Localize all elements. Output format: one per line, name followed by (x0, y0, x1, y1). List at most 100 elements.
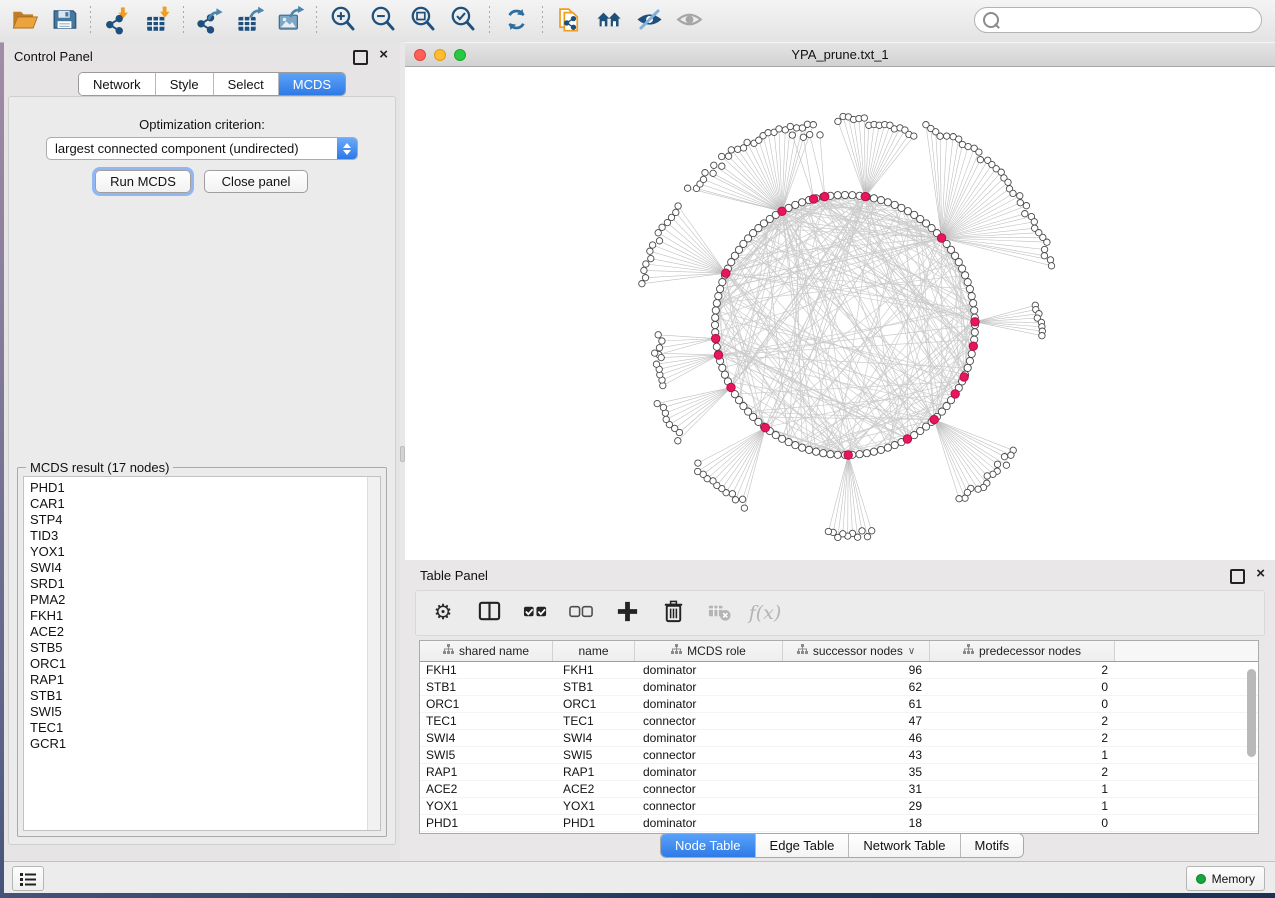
column-header-successor-nodes[interactable]: successor nodes∨ (783, 641, 930, 661)
zoom-fit-button[interactable] (403, 3, 443, 39)
result-node-item[interactable]: TID3 (24, 528, 380, 544)
network-canvas[interactable] (405, 67, 1275, 560)
result-node-item[interactable]: STB1 (24, 688, 380, 704)
tab-select[interactable]: Select (214, 73, 279, 95)
add-column-button[interactable] (614, 600, 640, 626)
close-panel-button[interactable]: Close panel (204, 170, 308, 193)
table-row[interactable]: TEC1TEC1connector472 (420, 713, 1258, 730)
cell-shared-name: PHD1 (420, 816, 553, 830)
task-history-button[interactable] (12, 866, 44, 891)
show-columns-button[interactable] (476, 600, 502, 626)
hide-selected-button[interactable] (629, 3, 669, 39)
table-row[interactable]: SWI4SWI4dominator462 (420, 730, 1258, 747)
export-image-button[interactable] (270, 3, 310, 39)
window-zoom-icon[interactable] (454, 49, 466, 61)
result-node-item[interactable]: STP4 (24, 512, 380, 528)
cell-MCDS-role: dominator (635, 680, 783, 694)
window-minimize-icon[interactable] (434, 49, 446, 61)
table-row[interactable]: ACE2ACE2connector311 (420, 781, 1258, 798)
column-header-MCDS-role[interactable]: MCDS role (635, 641, 783, 661)
result-node-item[interactable]: GCR1 (24, 736, 380, 752)
zoom-selected-button[interactable] (443, 3, 483, 39)
table-scrollbar[interactable] (1246, 663, 1257, 831)
result-node-item[interactable]: SWI5 (24, 704, 380, 720)
zoom-out-button[interactable] (363, 3, 403, 39)
tab-motifs[interactable]: Motifs (961, 834, 1024, 857)
tab-network[interactable]: Network (79, 73, 156, 95)
result-node-item[interactable]: YOX1 (24, 544, 380, 560)
import-table-icon (142, 4, 173, 38)
zoom-in-button[interactable] (323, 3, 363, 39)
tab-edge-table[interactable]: Edge Table (756, 834, 850, 857)
export-network-button[interactable] (190, 3, 230, 39)
result-scrollbar[interactable] (367, 477, 380, 830)
save-session-icon (49, 4, 80, 38)
select-all-button[interactable] (522, 600, 548, 626)
zoom-out-icon (368, 4, 399, 38)
export-table-button[interactable] (230, 3, 270, 39)
node-table: shared namenameMCDS rolesuccessor nodes∨… (419, 640, 1259, 834)
tab-mcds[interactable]: MCDS (279, 73, 345, 95)
result-node-item[interactable]: PHD1 (24, 480, 380, 496)
search-input[interactable] (999, 9, 1261, 31)
table-float-icon[interactable] (1230, 569, 1245, 584)
tab-style[interactable]: Style (156, 73, 214, 95)
table-row[interactable]: YOX1YOX1connector291 (420, 798, 1258, 815)
result-node-item[interactable]: ORC1 (24, 656, 380, 672)
result-node-item[interactable]: FKH1 (24, 608, 380, 624)
table-close-icon[interactable]: × (1256, 565, 1265, 583)
table-row[interactable]: PHD1PHD1dominator180 (420, 815, 1258, 832)
cell-predecessor-nodes: 0 (930, 697, 1115, 711)
cell-predecessor-nodes: 1 (930, 748, 1115, 762)
first-neighbors-button[interactable] (589, 3, 629, 39)
column-header-name[interactable]: name (553, 641, 635, 661)
apply-layout-icon (501, 4, 532, 38)
result-node-item[interactable]: SWI4 (24, 560, 380, 576)
toolbar-separator (183, 6, 184, 36)
table-row[interactable]: ORC1ORC1dominator610 (420, 696, 1258, 713)
window-close-icon[interactable] (414, 49, 426, 61)
memory-button[interactable]: Memory (1186, 866, 1265, 891)
result-node-item[interactable]: PMA2 (24, 592, 380, 608)
import-network-button[interactable] (97, 3, 137, 39)
mcds-result-title: MCDS result (17 nodes) (26, 460, 173, 475)
table-row[interactable]: RAP1RAP1dominator352 (420, 764, 1258, 781)
attribute-icon (671, 644, 682, 658)
close-panel-icon[interactable]: × (379, 46, 388, 64)
table-settings-button[interactable]: ⚙ (430, 600, 456, 626)
network-graph[interactable] (405, 67, 1275, 560)
tab-network-table[interactable]: Network Table (849, 834, 960, 857)
table-row[interactable]: SWI5SWI5connector431 (420, 747, 1258, 764)
mcds-result-list[interactable]: PHD1CAR1STP4TID3YOX1SWI4SRD1PMA2FKH1ACE2… (23, 476, 381, 831)
deselect-all-button[interactable] (568, 600, 594, 626)
result-node-item[interactable]: TEC1 (24, 720, 380, 736)
search-field[interactable] (974, 7, 1262, 33)
network-from-selection-button[interactable] (549, 3, 589, 39)
table-row[interactable]: FKH1FKH1dominator962 (420, 662, 1258, 679)
criterion-dropdown[interactable]: largest connected component (undirected) (46, 137, 358, 160)
column-header-predecessor-nodes[interactable]: predecessor nodes (930, 641, 1115, 661)
table-scrollbar-thumb[interactable] (1247, 669, 1256, 757)
cell-successor-nodes: 31 (783, 782, 930, 796)
delete-columns-button[interactable] (660, 600, 686, 626)
result-node-item[interactable]: SRD1 (24, 576, 380, 592)
optimization-criterion-label: Optimization criterion: (9, 117, 395, 132)
column-header-shared-name[interactable]: shared name (420, 641, 553, 661)
cell-shared-name: STB1 (420, 680, 553, 694)
float-panel-icon[interactable] (353, 50, 368, 65)
apply-layout-button[interactable] (496, 3, 536, 39)
cell-MCDS-role: connector (635, 714, 783, 728)
cell-MCDS-role: dominator (635, 663, 783, 677)
result-node-item[interactable]: ACE2 (24, 624, 380, 640)
cell-successor-nodes: 43 (783, 748, 930, 762)
open-file-button[interactable] (4, 3, 44, 39)
save-session-button[interactable] (44, 3, 84, 39)
result-node-item[interactable]: CAR1 (24, 496, 380, 512)
table-row[interactable]: STB1STB1dominator620 (420, 679, 1258, 696)
result-node-item[interactable]: STB5 (24, 640, 380, 656)
result-node-item[interactable]: RAP1 (24, 672, 380, 688)
show-all-button[interactable] (669, 3, 709, 39)
import-table-button[interactable] (137, 3, 177, 39)
run-mcds-button[interactable]: Run MCDS (95, 170, 191, 193)
tab-node-table[interactable]: Node Table (661, 834, 756, 857)
